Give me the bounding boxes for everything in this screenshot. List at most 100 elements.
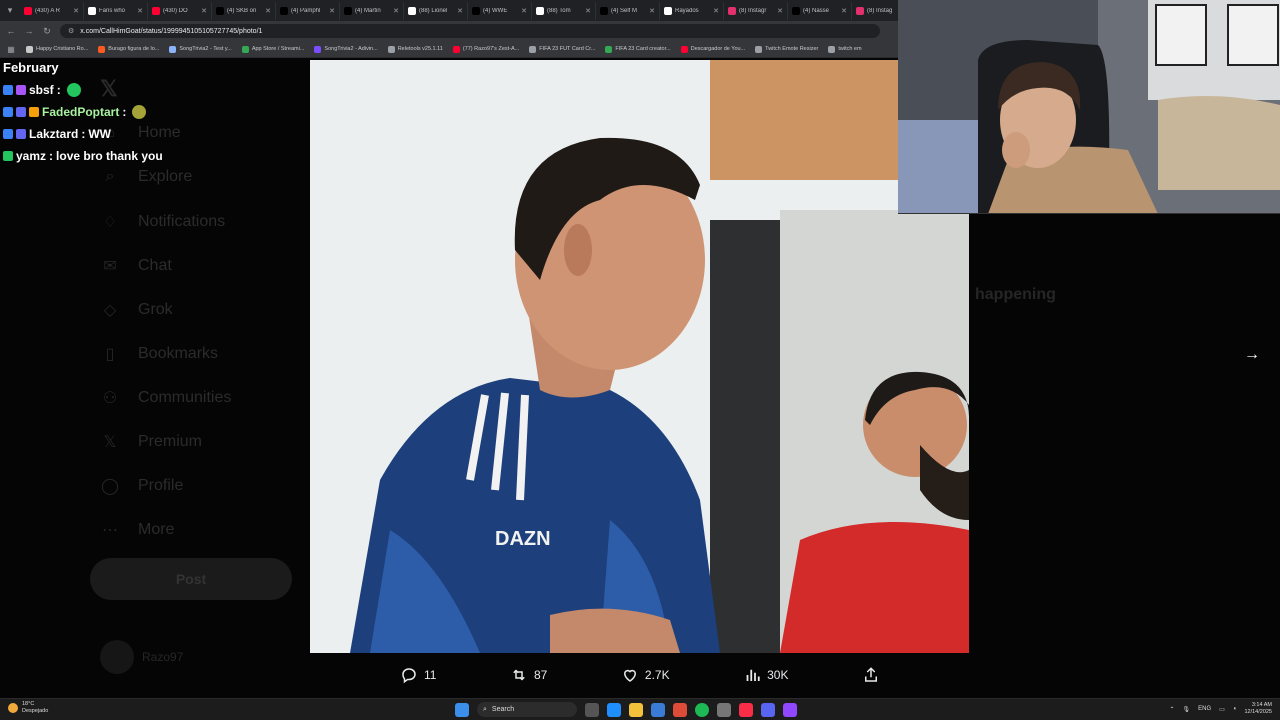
chat-message: FadedPoptart: [3, 101, 303, 123]
obs-icon[interactable] [717, 702, 731, 717]
browser-tab[interactable]: (4) Self M ✕ [596, 1, 660, 20]
close-tab-icon[interactable]: ✕ [585, 7, 591, 15]
browser-tab[interactable]: Fans who ✕ [84, 1, 148, 20]
twitch-icon[interactable] [783, 702, 797, 717]
reply-icon [402, 668, 416, 684]
file-explorer-icon[interactable] [629, 702, 643, 717]
browser-tab[interactable]: (8) Instagr ✕ [724, 1, 788, 20]
browser-tab[interactable]: (430) DO ✕ [148, 1, 212, 20]
browser-tab[interactable]: (88) Tom ✕ [532, 1, 596, 20]
views-button[interactable]: 30K [743, 666, 788, 684]
address-bar[interactable]: ⚙ x.com/CallHimGoat/status/1999945105105… [60, 24, 880, 38]
bookmark-item[interactable]: FIFA 23 FUT Card Cr... [529, 45, 595, 53]
post-button[interactable]: Post [90, 558, 292, 600]
bookmark-favicon-icon [755, 45, 763, 53]
close-tab-icon[interactable]: ✕ [521, 7, 527, 15]
tab-title: (4) Martin [355, 7, 381, 14]
browser-tab[interactable]: Rayados ✕ [660, 1, 724, 20]
x-nav-item-grok[interactable]: ◇ Grok [100, 300, 173, 320]
forward-icon[interactable]: → [24, 26, 34, 36]
back-icon[interactable]: ← [6, 26, 16, 36]
x-nav-notifications-icon: ♢ [102, 214, 118, 231]
repost-button[interactable]: 87 [510, 666, 547, 684]
close-tab-icon[interactable]: ✕ [713, 7, 719, 15]
screen: ▾ (430) A R ✕ Fans who ✕ (430) DO ✕ (4) SKB on… [0, 0, 1280, 720]
edge-icon[interactable] [607, 702, 621, 717]
clock[interactable]: 3:14 AM 12/14/2025 [1244, 702, 1272, 716]
next-photo-arrow-icon[interactable]: → [1244, 346, 1260, 364]
browser-tab[interactable]: (4) Martin ✕ [340, 1, 404, 20]
browser-tab[interactable]: (430) A R ✕ [20, 1, 84, 20]
x-nav-item-communities[interactable]: ⚇ Communities [100, 388, 232, 408]
account-switcher[interactable]: Razo97 [100, 640, 183, 674]
volume-icon[interactable]: ◖ [1233, 706, 1237, 712]
bookmark-item[interactable]: Reletools v25.1.11 [387, 45, 443, 53]
close-tab-icon[interactable]: ✕ [329, 7, 335, 15]
reply-button[interactable]: 11 [400, 666, 436, 684]
views-count: 30K [767, 668, 789, 682]
views-icon [746, 669, 760, 681]
chrome-icon[interactable] [673, 702, 687, 717]
bookmark-item[interactable]: FIFA 23 Card creator... [605, 45, 671, 53]
tab-search-icon[interactable]: ▾ [0, 5, 20, 16]
repost-icon [513, 669, 525, 681]
share-button[interactable] [862, 666, 880, 684]
weather-widget[interactable]: 18°C Despejado [8, 701, 48, 715]
bookmark-item[interactable]: (77) Razo97's Zest-A... [452, 45, 519, 53]
microphone-icon[interactable]: 🎙 [1183, 706, 1191, 713]
like-button[interactable]: 2.7K [621, 666, 670, 684]
x-nav-item-notifications[interactable]: ♢ Notifications [100, 212, 225, 232]
browser-tab[interactable]: (4) WWE ✕ [468, 1, 532, 20]
music-icon[interactable] [739, 702, 753, 717]
tab-title: (430) A R [35, 7, 61, 14]
apps-icon[interactable]: ▦ [6, 45, 16, 54]
bookmark-item[interactable]: Happy Cristiano Ro... [26, 45, 88, 53]
heart-icon [623, 669, 636, 682]
x-nav-item-premium[interactable]: 𝕏 Premium [100, 432, 202, 452]
browser-tab[interactable]: (88) Lionel ✕ [404, 1, 468, 20]
close-tab-icon[interactable]: ✕ [265, 7, 271, 15]
close-tab-icon[interactable]: ✕ [73, 7, 79, 15]
taskbar-search[interactable]: ⌕ Search [477, 702, 577, 717]
close-tab-icon[interactable]: ✕ [393, 7, 399, 15]
network-icon[interactable]: ▭ [1219, 706, 1225, 713]
bookmark-item[interactable]: twitch em [828, 45, 862, 53]
close-tab-icon[interactable]: ✕ [137, 7, 143, 15]
tray-chevron-icon[interactable]: ⌃ [1170, 706, 1175, 713]
x-nav-label: Grok [138, 301, 173, 318]
browser-tab[interactable]: (4) Pamphl ✕ [276, 1, 340, 20]
tab-favicon-icon [856, 6, 864, 15]
language-indicator[interactable]: ENG [1198, 706, 1211, 712]
browser-tab[interactable]: (4) Nasse ✕ [788, 1, 852, 20]
x-nav-item-chat[interactable]: ✉ Chat [100, 256, 172, 276]
browser-tab[interactable]: (4) SKB on ✕ [212, 1, 276, 20]
close-tab-icon[interactable]: ✕ [777, 7, 783, 15]
close-tab-icon[interactable]: ✕ [201, 7, 207, 15]
bookmark-item[interactable]: SongTrivia2 - Adivin... [314, 45, 378, 53]
x-nav-item-profile[interactable]: ◯ Profile [100, 476, 183, 496]
store-icon[interactable] [651, 702, 665, 717]
bookmark-item[interactable]: SongTrivia2 - Test y... [169, 45, 232, 53]
avatar [100, 640, 134, 674]
discord-icon[interactable] [761, 702, 775, 717]
shirt-sponsor-text: DAZN [495, 528, 551, 550]
x-nav-item-bookmarks[interactable]: ▯ Bookmarks [100, 344, 218, 364]
site-info-icon[interactable]: ⚙ [68, 27, 74, 35]
tab-title: (4) Self M [611, 7, 638, 14]
reload-icon[interactable]: ↻ [42, 26, 52, 37]
weather-icon [8, 703, 18, 713]
bookmark-item[interactable]: Descargador de You... [680, 45, 745, 53]
bookmark-item[interactable]: Burago figura de lo... [98, 45, 159, 53]
bookmark-item[interactable]: Twitch Emote Resizer [755, 45, 818, 53]
bookmark-item[interactable]: App Store / Streami... [241, 45, 304, 53]
close-tab-icon[interactable]: ✕ [649, 7, 655, 15]
task-view-icon[interactable] [585, 702, 599, 717]
x-nav-item-explore[interactable]: ⌕ Explore [100, 168, 193, 186]
bookmark-label: SongTrivia2 - Test y... [179, 46, 232, 52]
post-photo[interactable]: DAZN [310, 60, 969, 653]
start-icon[interactable] [455, 702, 469, 717]
spotify-icon[interactable] [695, 702, 709, 717]
close-tab-icon[interactable]: ✕ [457, 7, 463, 15]
close-tab-icon[interactable]: ✕ [841, 7, 847, 15]
x-nav-item-more[interactable]: ⋯ More [100, 520, 174, 540]
